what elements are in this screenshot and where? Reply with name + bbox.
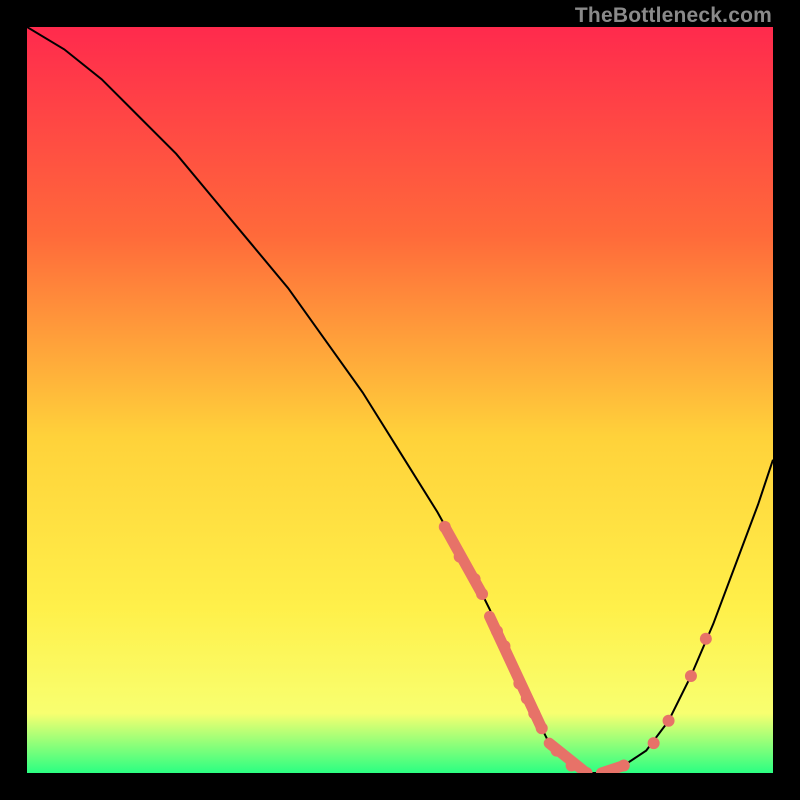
marker-dot [685,670,697,682]
marker-dot [648,737,660,749]
marker-dot [476,588,488,600]
marker-dot [454,551,466,563]
marker-dot [513,677,525,689]
chart-frame [27,27,773,773]
marker-dot [521,692,533,704]
marker-dot [491,625,503,637]
marker-dot [536,722,548,734]
marker-dot [700,633,712,645]
marker-dot [498,640,510,652]
marker-dot [663,715,675,727]
marker-dot [469,573,481,585]
marker-dot [566,760,578,772]
marker-dot [528,707,540,719]
marker-dot [439,521,451,533]
marker-dot [551,745,563,757]
bottleneck-chart [27,27,773,773]
watermark-text: TheBottleneck.com [575,4,772,28]
marker-dot [618,760,630,772]
chart-background [27,27,773,773]
